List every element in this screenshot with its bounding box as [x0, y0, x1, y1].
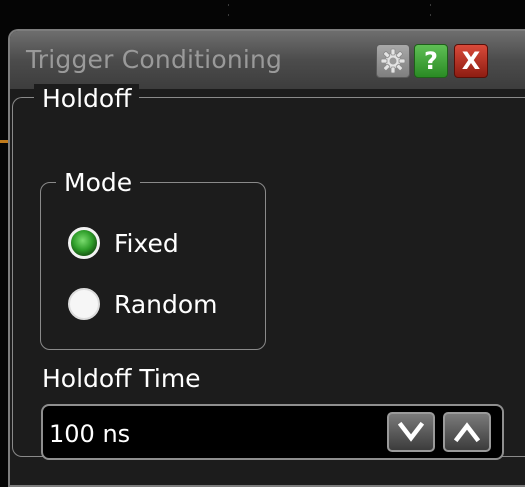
close-button[interactable]: X: [454, 44, 488, 78]
gear-icon: [380, 48, 406, 74]
grid-dot: [430, 14, 431, 16]
decrement-button[interactable]: [387, 412, 435, 452]
grid-dot: [228, 4, 229, 6]
trigger-level-marker: [0, 140, 8, 143]
holdoff-group-label: Holdoff: [34, 84, 140, 113]
radio-unselected-icon[interactable]: [68, 288, 100, 320]
holdoff-time-value[interactable]: 100 ns: [49, 420, 130, 448]
mode-group-label: Mode: [56, 168, 141, 197]
holdoff-time-label: Holdoff Time: [42, 364, 201, 393]
mode-option-random[interactable]: Random: [68, 288, 218, 320]
help-icon: ?: [424, 47, 438, 75]
dialog-titlebar[interactable]: Trigger Conditioning ? X: [10, 31, 525, 89]
chevron-down-icon: [398, 421, 424, 442]
help-button[interactable]: ?: [414, 44, 448, 78]
mode-option-label: Random: [114, 289, 218, 319]
close-icon: X: [461, 47, 481, 75]
grid-dot: [228, 14, 229, 16]
grid-dot: [430, 4, 431, 6]
mode-option-label: Fixed: [114, 228, 179, 258]
chevron-up-icon: [454, 422, 480, 443]
holdoff-time-input[interactable]: 100 ns: [41, 404, 504, 460]
increment-button[interactable]: [443, 412, 491, 452]
mode-option-fixed[interactable]: Fixed: [68, 227, 179, 259]
mode-group: [40, 182, 266, 350]
radio-selected-icon[interactable]: [68, 227, 100, 259]
settings-button[interactable]: [376, 44, 410, 78]
dialog-title: Trigger Conditioning: [26, 45, 283, 74]
